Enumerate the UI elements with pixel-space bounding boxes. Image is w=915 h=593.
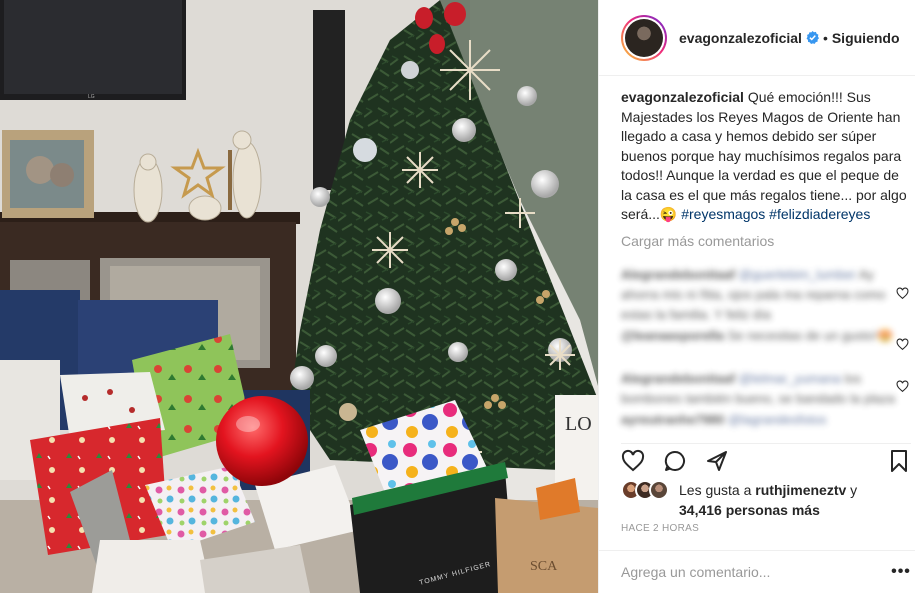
comment-mention[interactable]: @lelmar_yumana xyxy=(739,371,841,386)
more-options-icon[interactable]: ••• xyxy=(886,563,915,581)
caption: evagonzalezoficial Qué emoción!!! Sus Ma… xyxy=(621,88,911,225)
hashtag-feliz-dia-de-reyes[interactable]: #felizdiadereyes xyxy=(769,206,870,222)
load-more-comments-button[interactable]: Cargar más comentarios xyxy=(621,233,911,249)
comment-bubble-icon[interactable] xyxy=(663,449,687,473)
separator-dot: • xyxy=(822,29,828,46)
caption-username[interactable]: evagonzalezoficial xyxy=(621,89,744,105)
profile-avatar-ring[interactable] xyxy=(621,14,667,61)
caption-text: Qué emoción!!! Sus Majestades los Reyes … xyxy=(621,89,907,222)
post-timestamp[interactable]: HACE 2 HORAS xyxy=(621,523,699,534)
comment-3: Alegrandebonitaaf @lelmar_yumana los bom… xyxy=(621,369,911,409)
post-panel: evagonzalezoficial • Siguiendo evagonzal… xyxy=(598,0,915,593)
likes-text: Les gusta a ruthjimeneztv y 34,416 perso… xyxy=(679,480,857,520)
comment-1: Alegrandebonitaaf @guerlebim_lumber Ay a… xyxy=(621,265,911,325)
comment-2: @leanaasporella Se necesitas de un gusto… xyxy=(621,326,911,346)
likes-count[interactable]: 34,416 personas más xyxy=(679,502,820,518)
like-comment-heart-icon[interactable] xyxy=(896,380,909,393)
bag-brand-right: LO xyxy=(565,413,592,435)
like-comment-heart-icon[interactable] xyxy=(896,287,909,300)
comment-mention[interactable]: @lagrandesfotos xyxy=(728,412,826,427)
hashtag-reyesmagos[interactable]: #reyesmagos xyxy=(681,206,765,222)
comment-user[interactable]: ayreutranhe7980 xyxy=(621,412,724,427)
share-icon[interactable] xyxy=(705,449,729,473)
likes-prefix: Les gusta a xyxy=(679,482,756,498)
comment-user[interactable]: Alegrandebonitaaf xyxy=(621,267,735,282)
add-comment-input[interactable]: Agrega un comentario... xyxy=(621,564,886,580)
christmas-tree-photo: LG LO TOMMY HILFIGER SCA xyxy=(0,0,598,593)
add-comment-bar: Agrega un comentario... ••• xyxy=(599,550,915,593)
following-button[interactable]: Siguiendo xyxy=(832,30,900,46)
post-actions xyxy=(621,443,911,477)
likes-summary: Les gusta a ruthjimeneztv y 34,416 perso… xyxy=(621,480,911,520)
likers-avatars[interactable] xyxy=(621,480,673,502)
post-header: evagonzalezoficial • Siguiendo xyxy=(599,0,915,76)
comment-mention[interactable]: @guerlebim_lumber xyxy=(739,267,856,282)
comment-user[interactable]: Alegrandebonitaaf xyxy=(621,371,735,386)
tv-brand: LG xyxy=(88,94,95,100)
caption-area: evagonzalezoficial Qué emoción!!! Sus Ma… xyxy=(621,88,911,249)
like-heart-icon[interactable] xyxy=(621,449,645,473)
bag-brand-bottom: SCA xyxy=(530,559,558,574)
like-comment-heart-icon[interactable] xyxy=(896,338,909,351)
comment-text: Se necesitas de un gusto!😍 xyxy=(727,328,894,343)
likes-user[interactable]: ruthjimeneztv xyxy=(755,482,846,498)
red-balloon xyxy=(216,396,308,486)
likes-join: y xyxy=(846,482,858,498)
bookmark-icon[interactable] xyxy=(887,449,911,473)
avatar[interactable] xyxy=(625,18,663,57)
verified-badge-icon xyxy=(806,31,819,44)
post-photo[interactable]: LG LO TOMMY HILFIGER SCA xyxy=(0,0,598,593)
comment-4: ayreutranhe7980 @lagrandesfotos xyxy=(621,410,911,430)
header-username[interactable]: evagonzalezoficial xyxy=(679,30,802,46)
comment-user[interactable]: @leanaasporella xyxy=(621,328,724,343)
